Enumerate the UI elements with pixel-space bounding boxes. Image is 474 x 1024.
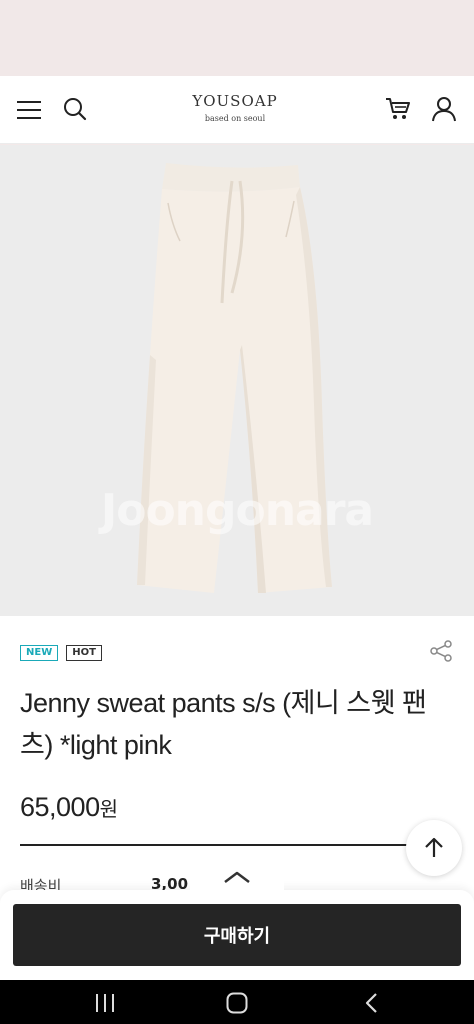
status-bar-area [0, 0, 474, 76]
watermark: Joongonara [100, 485, 374, 536]
back-icon[interactable] [351, 990, 391, 1016]
share-icon[interactable] [428, 638, 454, 664]
brand-logo[interactable]: YOUSOAP based on seoul [160, 92, 310, 123]
system-nav-bar [0, 980, 474, 1024]
product-price: 65,000원 [20, 792, 118, 823]
hamburger-menu-icon[interactable] [12, 93, 46, 127]
chevron-up-icon [224, 871, 250, 883]
sheet-toggle-handle[interactable] [190, 862, 284, 892]
buy-button[interactable]: 구매하기 [13, 904, 461, 966]
new-badge: NEW [20, 645, 59, 661]
brand-tagline: based on seoul [204, 114, 266, 123]
user-icon[interactable] [427, 92, 461, 126]
search-icon[interactable] [58, 92, 92, 126]
recent-apps-icon[interactable] [85, 990, 125, 1016]
home-icon[interactable] [217, 990, 257, 1016]
badges: NEW HOT [20, 645, 102, 661]
hot-badge: HOT [66, 645, 102, 661]
price-value: 65,000 [20, 792, 100, 822]
scroll-to-top-button[interactable] [406, 820, 462, 876]
price-unit: 원 [99, 799, 118, 821]
brand-name: YOUSOAP [192, 92, 278, 110]
site-header: YOUSOAP based on seoul [0, 76, 474, 144]
product-title: Jenny sweat pants s/s (제니 스웻 팬츠) *light … [20, 688, 427, 760]
product-image[interactable]: Joongonara [0, 145, 474, 616]
sweat-pants-illustration [137, 163, 332, 593]
divider [20, 844, 420, 846]
cart-icon[interactable] [381, 92, 415, 126]
arrow-up-icon [425, 837, 443, 857]
